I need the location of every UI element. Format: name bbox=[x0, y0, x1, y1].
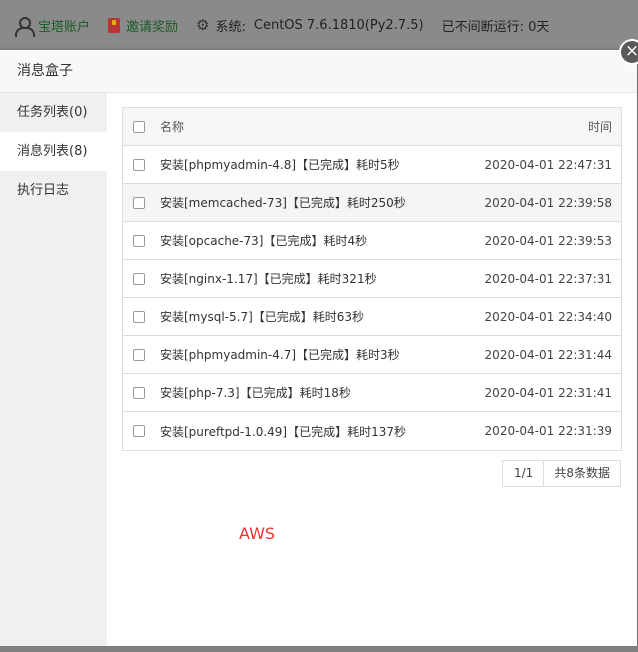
sidebar: 任务列表(0) 消息列表(8) 执行日志 bbox=[0, 93, 107, 646]
message-panel: 名称 时间 安装[phpmyadmin-4.8]【已完成】耗时5秒 2020-0… bbox=[107, 93, 637, 646]
row-checkbox[interactable] bbox=[133, 386, 145, 399]
column-header-name: 名称 bbox=[160, 120, 185, 134]
row-checkbox[interactable] bbox=[133, 425, 145, 437]
row-checkbox[interactable] bbox=[133, 158, 145, 171]
message-box-dialog: 消息盒子 × 任务列表(0) 消息列表(8) 执行日志 名称 时间 安装[php… bbox=[0, 39, 638, 646]
row-time: 2020-04-01 22:31:39 bbox=[484, 424, 612, 438]
row-name: 安装[phpmyadmin-4.7]【已完成】耗时3秒 bbox=[160, 348, 400, 362]
row-name: 安装[mysql-5.7]【已完成】耗时63秒 bbox=[160, 310, 365, 324]
table-row[interactable]: 安装[phpmyadmin-4.8]【已完成】耗时5秒 2020-04-01 2… bbox=[123, 146, 621, 184]
sidebar-item-messages[interactable]: 消息列表(8) bbox=[0, 132, 107, 171]
row-name: 安装[nginx-1.17]【已完成】耗时321秒 bbox=[160, 272, 377, 286]
row-time: 2020-04-01 22:37:31 bbox=[484, 271, 612, 286]
gear-icon: ⚙ bbox=[196, 15, 210, 34]
uptime-label: 已不间断运行: 0天 bbox=[441, 19, 550, 35]
row-time: 2020-04-01 22:31:44 bbox=[484, 347, 612, 362]
table-row[interactable]: 安装[opcache-73]【已完成】耗时4秒 2020-04-01 22:39… bbox=[123, 222, 621, 260]
sidebar-item-tasks[interactable]: 任务列表(0) bbox=[0, 93, 107, 132]
row-name: 安装[memcached-73]【已完成】耗时250秒 bbox=[160, 196, 406, 210]
row-name: 安装[pureftpd-1.0.49]【已完成】耗时137秒 bbox=[160, 424, 406, 439]
sidebar-item-exec-log[interactable]: 执行日志 bbox=[0, 171, 107, 210]
system-label: 系统: bbox=[215, 19, 246, 35]
table-row[interactable]: 安装[mysql-5.7]【已完成】耗时63秒 2020-04-01 22:34… bbox=[123, 298, 621, 336]
row-name: 安装[php-7.3]【已完成】耗时18秒 bbox=[160, 386, 351, 400]
account-link[interactable]: 宝塔账户 bbox=[14, 16, 91, 37]
invite-label: 邀请奖励 bbox=[126, 19, 179, 35]
row-time: 2020-04-01 22:34:40 bbox=[484, 309, 612, 324]
table-row[interactable]: 安装[phpmyadmin-4.7]【已完成】耗时3秒 2020-04-01 2… bbox=[123, 336, 621, 374]
row-checkbox[interactable] bbox=[133, 348, 145, 361]
message-table: 名称 时间 安装[phpmyadmin-4.8]【已完成】耗时5秒 2020-0… bbox=[122, 107, 622, 451]
invite-link[interactable]: 邀请奖励 bbox=[108, 16, 178, 35]
table-row[interactable]: 安装[php-7.3]【已完成】耗时18秒 2020-04-01 22:31:4… bbox=[123, 374, 621, 412]
close-button[interactable]: × bbox=[619, 39, 638, 65]
table-header: 名称 时间 bbox=[123, 108, 621, 146]
top-status-bar: 宝塔账户 邀请奖励 ⚙ 系统: CentOS 7.6.1810(Py2.7.5)… bbox=[0, 0, 638, 50]
account-label: 宝塔账户 bbox=[38, 19, 91, 35]
dialog-title: 消息盒子 bbox=[0, 50, 637, 93]
user-icon bbox=[14, 16, 35, 37]
overlay-bottom-edge bbox=[0, 646, 638, 652]
column-header-time: 时间 bbox=[587, 120, 612, 134]
row-checkbox[interactable] bbox=[133, 234, 145, 247]
pagination: 1/1 共8条数据 bbox=[502, 460, 621, 487]
table-row[interactable]: 安装[nginx-1.17]【已完成】耗时321秒 2020-04-01 22:… bbox=[123, 260, 621, 298]
total-count: 共8条数据 bbox=[554, 466, 610, 480]
aws-annotation: AWS bbox=[239, 524, 276, 543]
uptime-info: 已不间断运行: 0天 bbox=[442, 16, 550, 35]
dialog-body: 任务列表(0) 消息列表(8) 执行日志 名称 时间 安装[phpmyadmin… bbox=[0, 93, 637, 646]
table-row[interactable]: 安装[pureftpd-1.0.49]【已完成】耗时137秒 2020-04-0… bbox=[123, 412, 621, 450]
row-name: 安装[opcache-73]【已完成】耗时4秒 bbox=[160, 234, 368, 248]
row-time: 2020-04-01 22:47:31 bbox=[484, 157, 612, 172]
row-time: 2020-04-01 22:31:41 bbox=[484, 385, 612, 400]
system-value: CentOS 7.6.1810(Py2.7.5) bbox=[253, 17, 424, 33]
row-name: 安装[phpmyadmin-4.8]【已完成】耗时5秒 bbox=[160, 158, 400, 172]
row-time: 2020-04-01 22:39:58 bbox=[484, 195, 612, 210]
select-all-checkbox[interactable] bbox=[133, 120, 145, 133]
row-checkbox[interactable] bbox=[133, 196, 145, 209]
row-checkbox[interactable] bbox=[133, 310, 145, 323]
table-row[interactable]: 安装[memcached-73]【已完成】耗时250秒 2020-04-01 2… bbox=[123, 184, 621, 222]
page-indicator[interactable]: 1/1 bbox=[503, 461, 545, 486]
gift-icon bbox=[108, 17, 121, 33]
system-info: ⚙ 系统: CentOS 7.6.1810(Py2.7.5) bbox=[196, 16, 424, 35]
row-checkbox[interactable] bbox=[133, 272, 145, 285]
row-time: 2020-04-01 22:39:53 bbox=[484, 233, 612, 248]
